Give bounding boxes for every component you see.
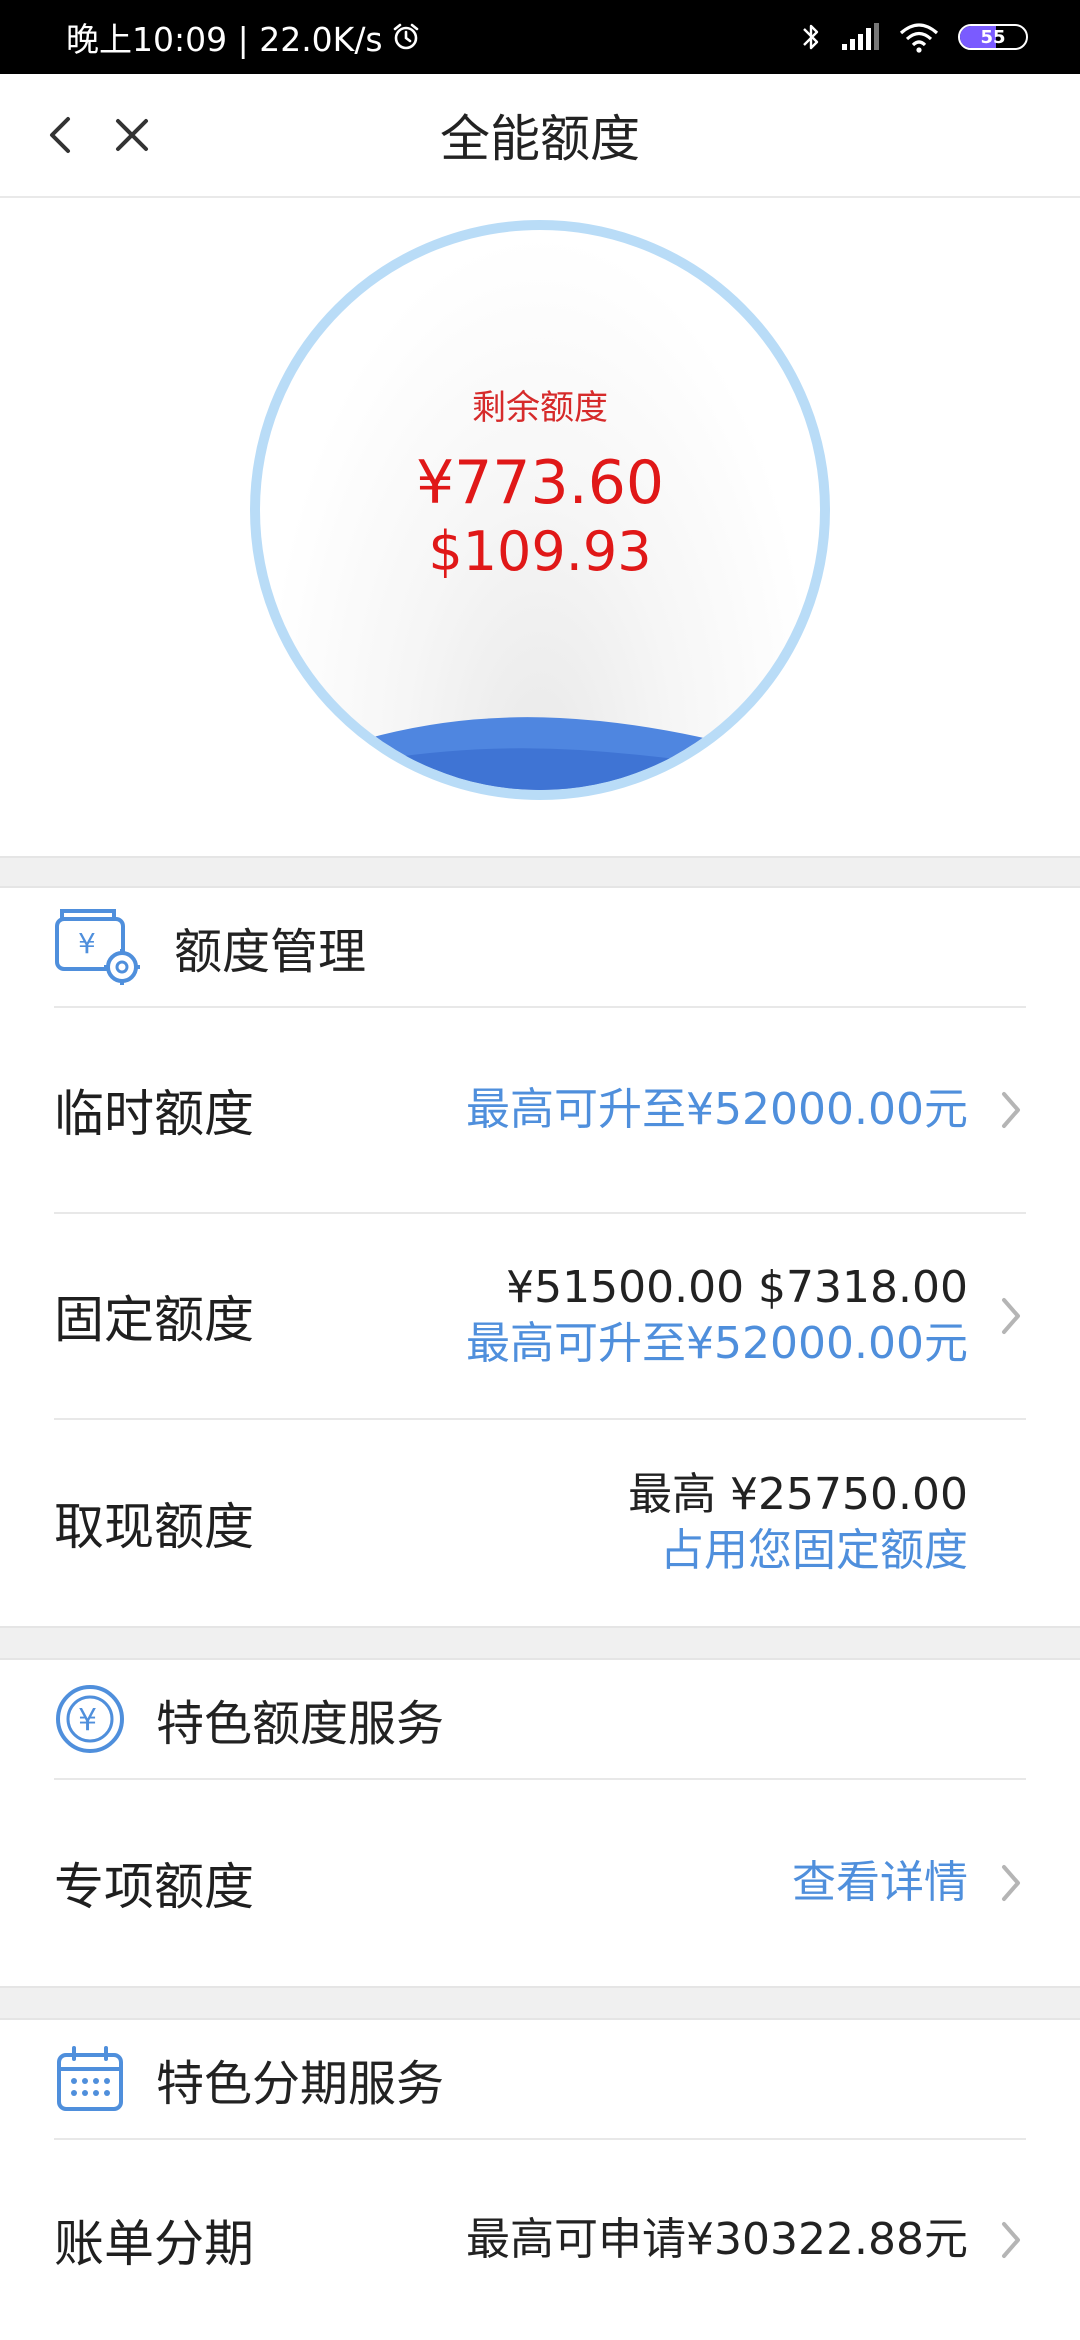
- row-label: 固定额度: [54, 1291, 254, 1349]
- cash-limit-note: 占用您固定额度: [660, 1525, 968, 1576]
- row-label: 临时额度: [54, 1085, 254, 1143]
- remaining-amount-usd: $109.93: [428, 520, 652, 583]
- special-installment-service-title: 特色分期服务: [156, 2056, 445, 2112]
- wave-decoration: [260, 717, 820, 790]
- calendar-icon: [54, 2039, 144, 2119]
- special-installment-service-section: 特色分期服务 账单分期 最高可申请¥30322.88元: [0, 2020, 1080, 2340]
- special-limit-service-header: ¥ 特色额度服务: [54, 1660, 1026, 1780]
- row-values: 最高 ¥25750.00 占用您固定额度: [628, 1420, 968, 1626]
- svg-text:¥: ¥: [78, 927, 96, 960]
- status-time-speed: 晚上10:09 | 22.0K/s: [66, 20, 383, 59]
- fixed-limit-max: 最高可升至¥52000.00元: [466, 1318, 968, 1369]
- section-gap: [0, 1986, 1080, 2020]
- battery-percent: 55: [980, 26, 1006, 48]
- row-values: 查看详情: [792, 1780, 968, 1986]
- svg-text:¥: ¥: [78, 1703, 97, 1738]
- alarm-icon: [393, 23, 418, 50]
- section-gap: [0, 856, 1080, 888]
- title-bar: 全能额度: [0, 74, 1080, 198]
- special-installment-service-header: 特色分期服务: [54, 2020, 1026, 2140]
- bill-installment-max: 最高可申请¥30322.88元: [466, 2214, 968, 2265]
- fixed-limit-amounts: ¥51500.00 $7318.00: [506, 1262, 968, 1313]
- fixed-limit-row[interactable]: 固定额度 ¥51500.00 $7318.00 最高可升至¥52000.00元: [54, 1214, 1026, 1420]
- remaining-limit-label: 剩余额度: [472, 388, 608, 428]
- remaining-limit-circle: 剩余额度 ¥773.60 $109.93: [250, 220, 830, 800]
- status-right: 55: [800, 20, 1028, 54]
- chevron-right-icon: [1002, 1092, 1020, 1128]
- view-details-link[interactable]: 查看详情: [792, 1855, 968, 1911]
- remaining-limit-hero: 剩余额度 ¥773.60 $109.93: [0, 198, 1080, 856]
- temporary-limit-max: 最高可升至¥52000.00元: [466, 1084, 968, 1135]
- row-values: 最高可升至¥52000.00元: [466, 1008, 968, 1212]
- cash-limit-row: 取现额度 最高 ¥25750.00 占用您固定额度: [54, 1420, 1026, 1626]
- row-label: 账单分期: [54, 2215, 254, 2273]
- special-limit-row[interactable]: 专项额度 查看详情: [54, 1780, 1026, 1986]
- section-gap: [0, 1626, 1080, 1660]
- row-values: ¥51500.00 $7318.00 最高可升至¥52000.00元: [466, 1214, 968, 1418]
- battery-icon: 55: [958, 24, 1028, 50]
- bluetooth-icon: [803, 24, 819, 50]
- chevron-right-icon: [1002, 1298, 1020, 1334]
- row-label: 取现额度: [54, 1498, 254, 1556]
- signal-icon: [842, 23, 879, 50]
- yen-coin-icon: ¥: [54, 1679, 144, 1759]
- wallet-yen-gear-icon: ¥: [54, 907, 144, 987]
- status-bar: 晚上10:09 | 22.0K/s 55: [0, 0, 1080, 74]
- row-values: 最高可申请¥30322.88元: [466, 2140, 968, 2340]
- cash-limit-max: 最高 ¥25750.00: [628, 1469, 968, 1520]
- status-left: 晚上10:09 | 22.0K/s: [66, 13, 421, 61]
- remaining-amount-cny: ¥773.60: [415, 448, 665, 518]
- special-limit-service-section: ¥ 特色额度服务 专项额度 查看详情: [0, 1660, 1080, 1986]
- bill-installment-row[interactable]: 账单分期 最高可申请¥30322.88元: [54, 2140, 1026, 2340]
- special-limit-service-title: 特色额度服务: [156, 1696, 445, 1752]
- limit-management-title: 额度管理: [174, 924, 367, 980]
- page-title: 全能额度: [440, 110, 640, 168]
- temporary-limit-row[interactable]: 临时额度 最高可升至¥52000.00元: [54, 1008, 1026, 1214]
- wifi-icon: [899, 23, 939, 53]
- limit-management-section: ¥ 额度管理 临时额度 最高可升至¥52000.00元 固定额度 ¥51500.…: [0, 888, 1080, 1626]
- chevron-right-icon: [1002, 2222, 1020, 2258]
- row-label: 专项额度: [54, 1858, 254, 1916]
- chevron-right-icon: [1002, 1865, 1020, 1901]
- limit-management-header: ¥ 额度管理: [54, 888, 1026, 1008]
